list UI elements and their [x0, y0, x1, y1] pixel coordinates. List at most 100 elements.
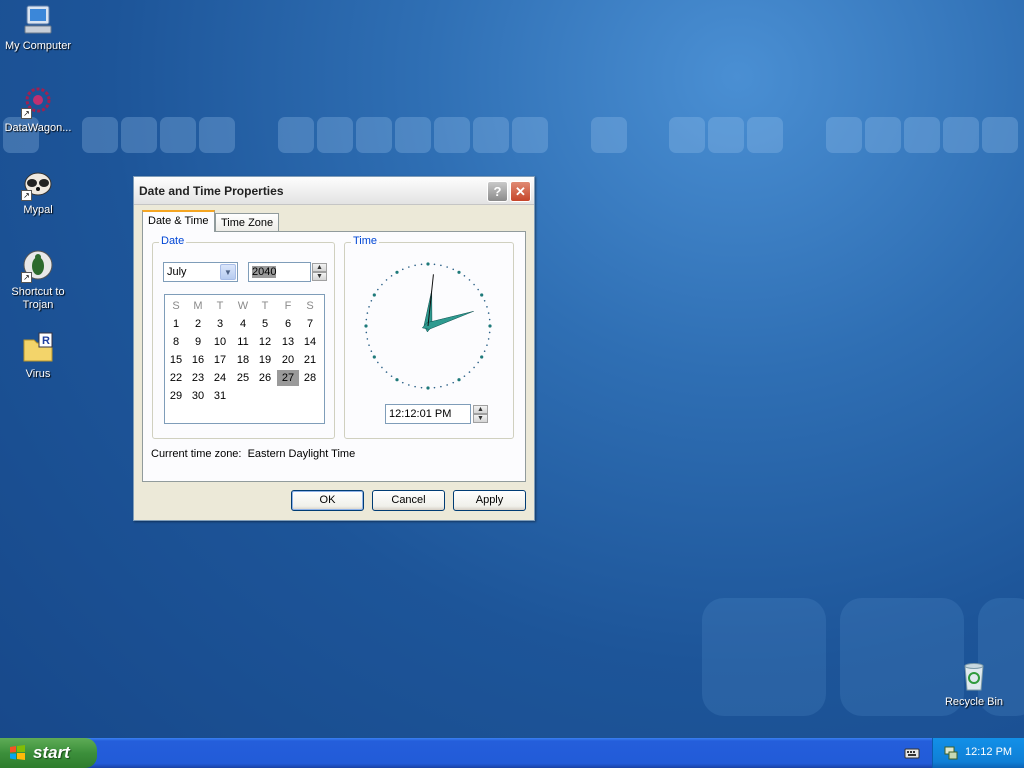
time-group-label: Time	[351, 235, 380, 247]
desktop-icon-virus[interactable]: R Virus	[0, 331, 76, 381]
minute-tick	[365, 331, 368, 334]
calendar-day[interactable]: 15	[165, 352, 187, 368]
hour-tick	[480, 355, 484, 359]
desktop-icon-my-computer[interactable]: My Computer	[0, 3, 76, 53]
keyboard-icon[interactable]	[904, 746, 920, 762]
cancel-button[interactable]: Cancel	[372, 490, 445, 511]
desktop-icon-recycle-bin[interactable]: Recycle Bin	[936, 659, 1012, 709]
minute-tick	[473, 366, 475, 369]
minute-tick	[487, 312, 490, 314]
minute-tick	[440, 385, 442, 388]
calendar-day[interactable]: 25	[232, 370, 254, 386]
year-spinner[interactable]: ▲ ▼	[312, 263, 327, 281]
dialog-title: Date and Time Properties	[139, 184, 284, 198]
calendar-day[interactable]: 1	[165, 316, 187, 332]
dialog-titlebar[interactable]: Date and Time Properties ? ✕	[134, 177, 534, 205]
calendar-day[interactable]: 11	[232, 334, 254, 350]
calendar-day[interactable]: 29	[165, 388, 187, 404]
calendar-day[interactable]: 20	[277, 352, 299, 368]
calendar-day[interactable]: 16	[187, 352, 209, 368]
ok-button[interactable]: OK	[291, 490, 364, 511]
help-button[interactable]: ?	[487, 181, 508, 202]
minute-tick	[420, 386, 423, 389]
date-time-tab-panel: Date July ▼ 2040 ▲ ▼ S M T W T F S 1 2 3…	[142, 231, 526, 482]
calendar-day[interactable]: 4	[232, 316, 254, 332]
minute-tick	[468, 279, 471, 281]
calendar-day[interactable]: 6	[277, 316, 299, 332]
calendar-day[interactable]: 27	[277, 370, 299, 386]
calendar-day[interactable]: 5	[254, 316, 276, 332]
minute-tick	[414, 264, 416, 267]
calendar-day[interactable]: 2	[187, 316, 209, 332]
calendar-day[interactable]: 22	[165, 370, 187, 386]
close-button[interactable]: ✕	[510, 181, 531, 202]
recycle-bin-icon	[957, 659, 991, 693]
start-button[interactable]: start	[0, 738, 97, 768]
desktop-icon-mypal[interactable]: ↗ Mypal	[0, 167, 76, 217]
minute-tick	[487, 338, 490, 340]
windows-logo-icon	[9, 745, 26, 761]
svg-text:R: R	[42, 335, 50, 347]
hour-tick	[372, 293, 376, 297]
calendar-day[interactable]: 14	[299, 334, 321, 350]
weekday-header: T	[216, 300, 224, 312]
calendar-day[interactable]: 19	[254, 352, 276, 368]
taskbar-clock[interactable]: 12:12 PM	[965, 746, 1012, 758]
calendar-day[interactable]: 23	[187, 370, 209, 386]
calendar-day[interactable]: 21	[299, 352, 321, 368]
apply-button[interactable]: Apply	[453, 490, 526, 511]
desktop-icon-datawagon[interactable]: ↗ DataWagon...	[0, 85, 76, 135]
month-value: July	[167, 266, 187, 278]
spin-up-icon[interactable]: ▲	[473, 405, 488, 414]
calendar-day[interactable]: 24	[209, 370, 231, 386]
clock-face-icon	[364, 262, 492, 390]
calendar-day[interactable]: 3	[209, 316, 231, 332]
month-select[interactable]: July ▼	[163, 262, 238, 282]
minute-tick	[385, 279, 388, 281]
spin-up-icon[interactable]: ▲	[312, 263, 327, 272]
minute-tick	[381, 366, 383, 369]
calendar-day[interactable]: 30	[187, 388, 209, 404]
year-input[interactable]: 2040	[248, 262, 311, 282]
minute-tick	[414, 385, 416, 388]
calendar-day[interactable]: 7	[299, 316, 321, 332]
minute-tick	[401, 268, 404, 271]
spin-down-icon[interactable]: ▼	[473, 414, 488, 423]
desktop-icon-label: DataWagon...	[4, 122, 72, 134]
minute-tick	[473, 283, 475, 286]
calendar-day[interactable]: 9	[187, 334, 209, 350]
network-icon[interactable]	[943, 745, 959, 761]
minute-tick	[488, 318, 491, 321]
calendar-week-row: 22 23 24 25 26 27 28	[165, 370, 324, 388]
shortcut-arrow-icon: ↗	[21, 272, 32, 283]
calendar-day[interactable]: 10	[209, 334, 231, 350]
hour-tick	[480, 293, 484, 297]
calendar-day[interactable]: 17	[209, 352, 231, 368]
minute-tick	[385, 371, 388, 373]
tab-time-zone[interactable]: Time Zone	[215, 213, 280, 232]
calendar-day[interactable]: 28	[299, 370, 321, 386]
minute-tick	[377, 288, 379, 291]
calendar-day[interactable]: 12	[254, 334, 276, 350]
desktop-icon-label: Shortcut to Trojan	[11, 286, 65, 311]
time-spinner[interactable]: ▲ ▼	[473, 405, 488, 423]
desktop-icon-trojan-shortcut[interactable]: ↗ Shortcut to Trojan	[0, 249, 76, 312]
start-label: start	[33, 743, 70, 762]
calendar-day[interactable]: 8	[165, 334, 187, 350]
calendar-day[interactable]: 13	[277, 334, 299, 350]
date-group-label: Date	[159, 235, 187, 247]
spin-down-icon[interactable]: ▼	[312, 272, 327, 281]
minute-tick	[468, 371, 471, 373]
chevron-down-icon[interactable]: ▼	[220, 264, 236, 280]
time-input[interactable]: 12:12:01 PM	[385, 404, 471, 424]
tab-date-time[interactable]: Date & Time	[142, 210, 215, 232]
shortcut-arrow-icon: ↗	[21, 108, 32, 119]
minute-tick	[370, 350, 373, 353]
calendar-day[interactable]: 26	[254, 370, 276, 386]
minute-tick	[483, 299, 486, 302]
minute-tick	[381, 283, 383, 286]
calendar-day[interactable]: 31	[209, 388, 231, 404]
minute-tick	[477, 288, 479, 291]
calendar-day[interactable]: 18	[232, 352, 254, 368]
weekday-header: T	[261, 300, 269, 312]
